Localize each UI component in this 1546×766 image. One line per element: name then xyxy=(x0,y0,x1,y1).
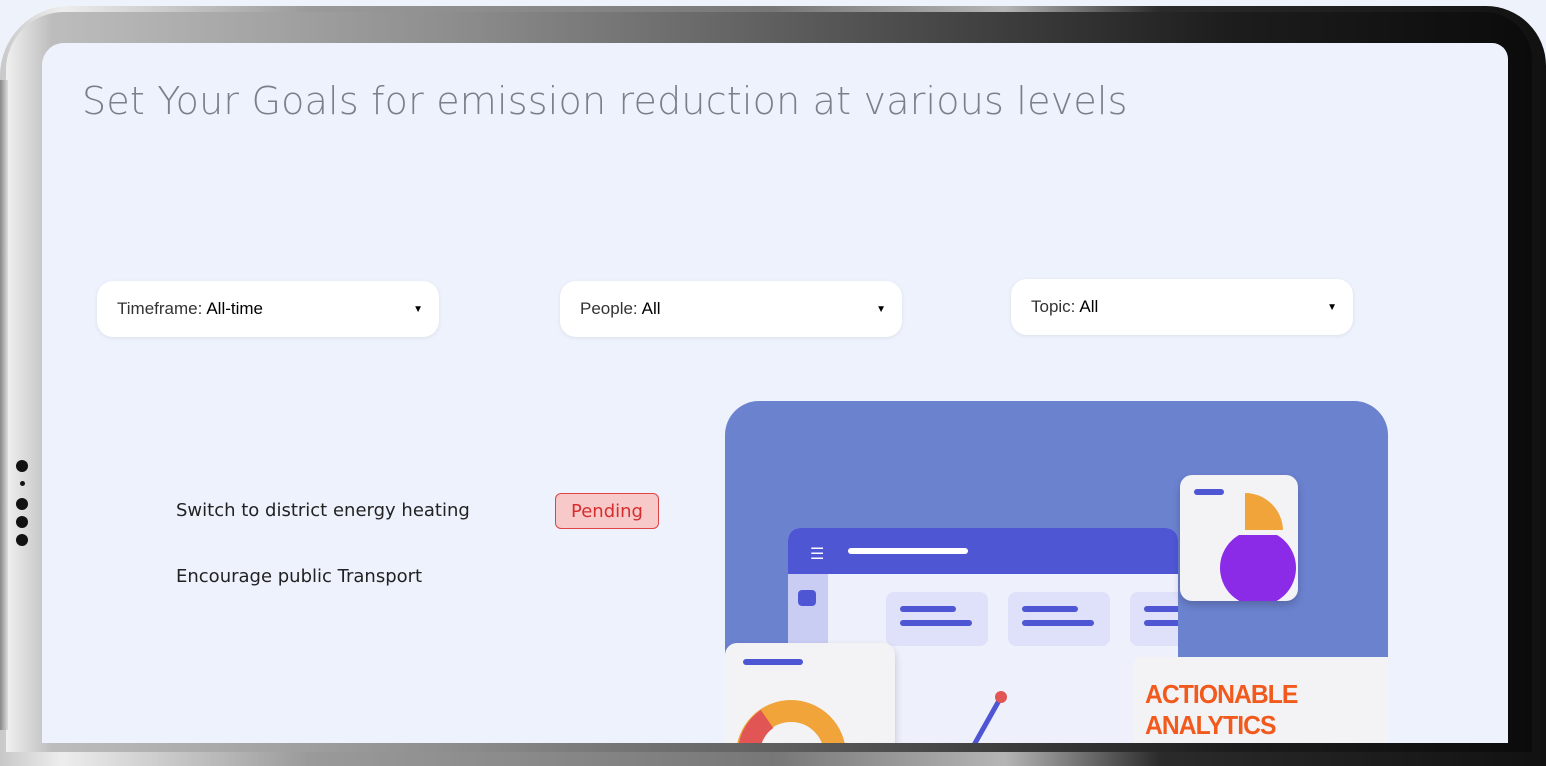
caret-down-icon: ▼ xyxy=(876,303,886,315)
topic-filter-value: All xyxy=(1079,297,1099,316)
side-button xyxy=(16,516,28,528)
timeframe-filter-label: Timeframe: xyxy=(117,299,203,318)
page-title: Set Your Goals for emission reduction at… xyxy=(82,79,1128,123)
side-button xyxy=(16,534,28,546)
side-buttons xyxy=(16,460,28,552)
timeframe-filter[interactable]: Timeframe: All-time ▼ xyxy=(97,281,439,337)
topic-filter[interactable]: Topic: All ▼ xyxy=(1011,279,1353,335)
actionable-analytics-banner: ACTIONABLE ANALYTICS xyxy=(1133,657,1388,743)
status-badge: Pending xyxy=(555,493,659,529)
caret-down-icon: ▼ xyxy=(1327,301,1337,313)
side-button xyxy=(16,460,28,472)
goal-item-district-heating[interactable]: Switch to district energy heating xyxy=(176,500,470,521)
timeframe-filter-value: All-time xyxy=(206,299,263,318)
side-button xyxy=(20,481,25,486)
trend-point-marker xyxy=(995,691,1007,703)
people-filter-value: All xyxy=(641,299,661,318)
banner-text: ACTIONABLE ANALYTICS xyxy=(1145,679,1298,740)
people-filter[interactable]: People: All ▼ xyxy=(560,281,902,337)
topic-filter-label: Topic: xyxy=(1031,297,1076,316)
analytics-illustration: ☰ ACTIONABLE ANALYTICS xyxy=(725,401,1388,743)
tablet-screen: Set Your Goals for emission reduction at… xyxy=(42,43,1508,743)
tablet-side-edge xyxy=(0,80,8,730)
goal-item-public-transport[interactable]: Encourage public Transport xyxy=(176,566,422,587)
side-button xyxy=(16,498,28,510)
caret-down-icon: ▼ xyxy=(413,303,423,315)
people-filter-label: People: xyxy=(580,299,638,318)
